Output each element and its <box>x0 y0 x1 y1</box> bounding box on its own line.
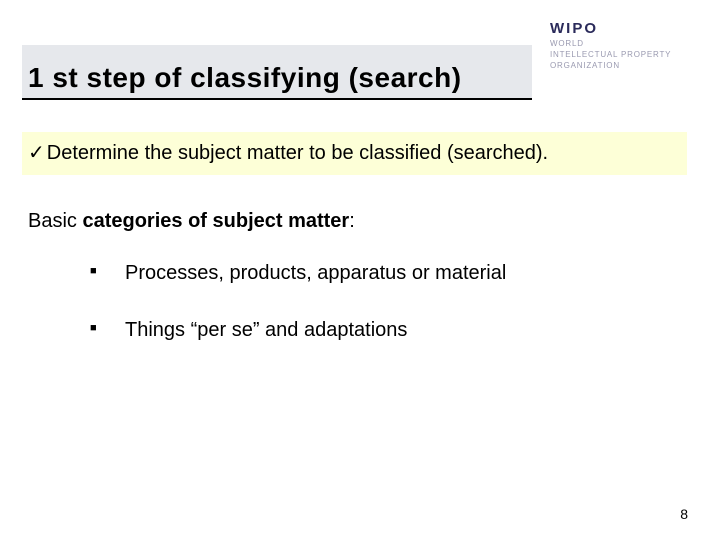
body-prefix: Basic <box>28 210 82 232</box>
logo-sub-text: WORLD INTELLECTUAL PROPERTY ORGANIZATION <box>550 39 690 71</box>
body-intro: Basic categories of subject matter: <box>28 210 355 233</box>
bullet-list: Processes, products, apparatus or materi… <box>90 262 650 376</box>
page-number: 8 <box>680 506 688 522</box>
title-bar: 1 st step of classifying (search) <box>22 45 532 100</box>
logo-sub-line1: WORLD <box>550 39 584 48</box>
page-title: 1 st step of classifying (search) <box>22 62 462 100</box>
highlight-determine-line: ✓Determine the subject matter to be clas… <box>22 132 687 175</box>
logo-sub-line3: ORGANIZATION <box>550 61 620 70</box>
logo-main-text: WIPO <box>550 20 690 37</box>
slide: WIPO WORLD INTELLECTUAL PROPERTY ORGANIZ… <box>0 0 720 540</box>
highlight-text: Determine the subject matter to be class… <box>47 142 548 164</box>
check-icon: ✓ <box>28 140 45 165</box>
wipo-logo: WIPO WORLD INTELLECTUAL PROPERTY ORGANIZ… <box>550 20 690 71</box>
list-item: Things “per se” and adaptations <box>90 319 650 342</box>
logo-sub-line2: INTELLECTUAL PROPERTY <box>550 50 671 59</box>
title-underline <box>22 98 532 100</box>
list-item: Processes, products, apparatus or materi… <box>90 262 650 285</box>
body-bold: categories of subject matter <box>82 210 349 232</box>
body-suffix: : <box>349 210 355 232</box>
